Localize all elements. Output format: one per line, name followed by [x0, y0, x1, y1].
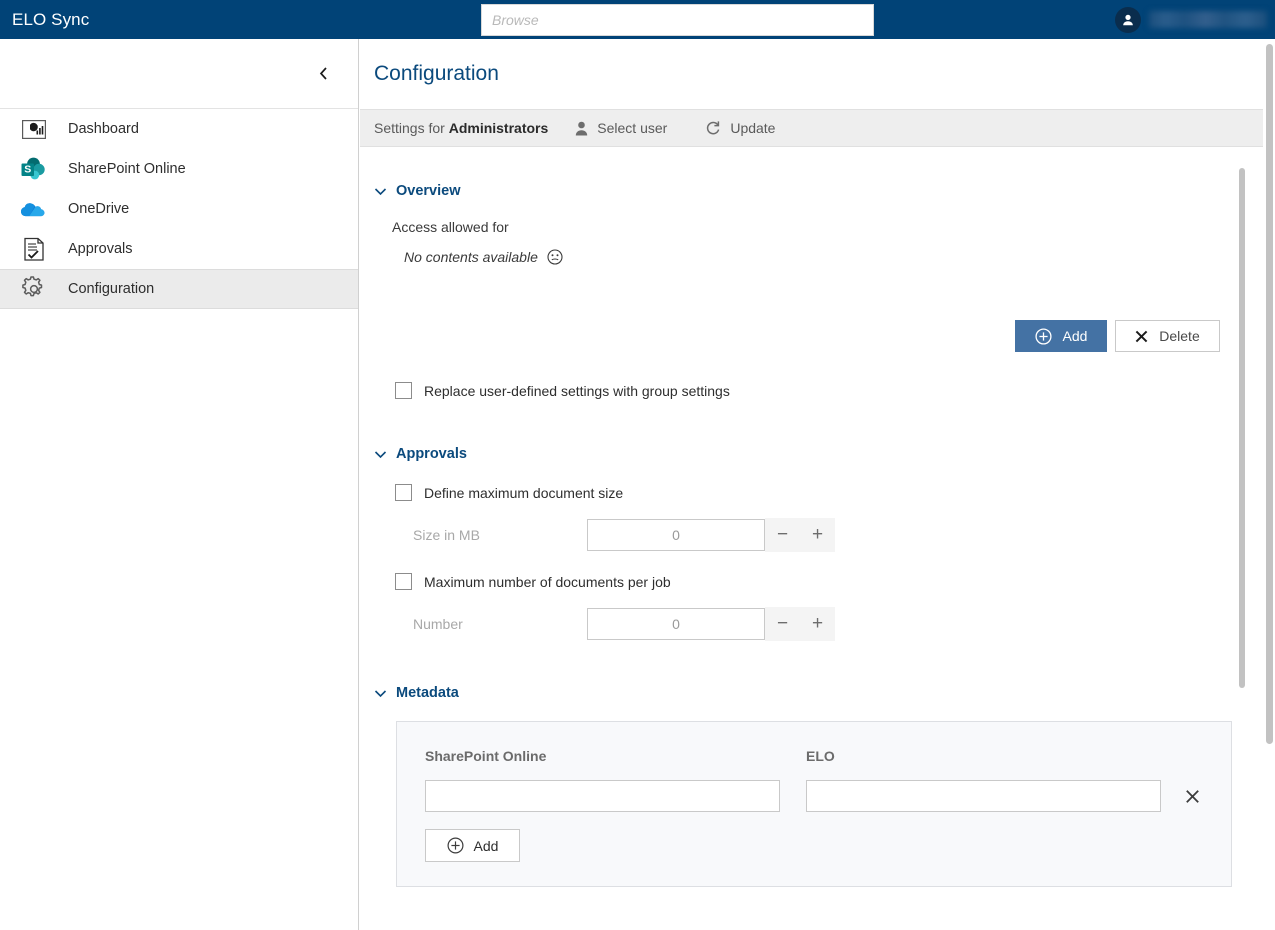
chevron-down-icon — [374, 689, 387, 698]
empty-state: No contents available — [374, 249, 1254, 265]
app-header: ELO Sync — [0, 0, 1275, 39]
number-input[interactable] — [587, 608, 765, 640]
plus-icon[interactable]: + — [800, 518, 835, 552]
overview-actions: Add Delete — [374, 320, 1220, 352]
settings-content: Overview Access allowed for No contents … — [360, 147, 1275, 930]
sidebar-item-label: Dashboard — [68, 121, 139, 137]
sub-toolbar: Settings for Administrators Select user … — [360, 109, 1275, 147]
plus-circle-icon — [447, 837, 464, 854]
select-user-button[interactable]: Select user — [575, 120, 667, 136]
sidebar-header — [0, 39, 358, 109]
sidebar-item-onedrive[interactable]: OneDrive — [0, 189, 358, 229]
settings-for-group: Administrators — [448, 120, 549, 136]
update-label: Update — [730, 120, 776, 136]
max-document-size-checkbox-row[interactable]: Define maximum document size — [374, 484, 1254, 501]
minus-icon[interactable]: − — [765, 607, 800, 641]
metadata-add-button[interactable]: Add — [425, 829, 520, 862]
select-user-label: Select user — [597, 120, 668, 136]
metadata-row — [425, 780, 1203, 812]
section-header-approvals[interactable]: Approvals — [374, 446, 1254, 462]
metadata-elo-input[interactable] — [806, 780, 1161, 812]
person-icon — [576, 121, 588, 135]
chevron-left-icon — [319, 67, 327, 80]
max-documents-checkbox-row[interactable]: Maximum number of documents per job — [374, 573, 1254, 590]
empty-state-text: No contents available — [404, 249, 538, 265]
search-input[interactable] — [482, 5, 873, 35]
access-allowed-label: Access allowed for — [392, 219, 509, 235]
metadata-add-label: Add — [473, 837, 499, 854]
close-x-icon — [1135, 330, 1148, 342]
avatar[interactable] — [1115, 6, 1141, 33]
content-scrollbar[interactable] — [1236, 150, 1247, 930]
sidebar-collapse-button[interactable] — [310, 61, 336, 87]
replace-settings-label: Replace user-defined settings with group… — [424, 382, 730, 399]
close-x-icon — [1186, 789, 1199, 803]
sidebar-item-dashboard[interactable]: Dashboard — [0, 109, 358, 149]
user-name — [1149, 11, 1267, 28]
page-scrollbar-thumb[interactable] — [1266, 44, 1273, 744]
user-icon — [1123, 14, 1133, 25]
document-check-icon — [18, 234, 50, 264]
plus-icon[interactable]: + — [800, 607, 835, 641]
metadata-sharepoint-input[interactable] — [425, 780, 780, 812]
main-panel: Configuration Settings for Administrator… — [360, 39, 1275, 930]
sidebar-item-configuration[interactable]: Configuration — [0, 269, 358, 309]
sharepoint-icon: S — [18, 154, 50, 184]
section-header-overview[interactable]: Overview — [374, 183, 1254, 199]
number-row: Number − + — [374, 607, 1254, 641]
chevron-down-icon — [374, 450, 387, 459]
content-scrollbar-thumb[interactable] — [1239, 168, 1245, 688]
replace-settings-checkbox-row[interactable]: Replace user-defined settings with group… — [374, 382, 1254, 399]
svg-text:S: S — [24, 164, 31, 176]
metadata-col-sharepoint: SharePoint Online — [425, 748, 547, 764]
section-header-metadata[interactable]: Metadata — [374, 685, 1254, 701]
section-title-overview: Overview — [396, 183, 461, 199]
size-in-mb-row: Size in MB − + — [374, 518, 1254, 552]
user-area[interactable] — [1115, 0, 1267, 39]
add-button[interactable]: Add — [1015, 320, 1107, 352]
refresh-icon — [707, 121, 720, 135]
sidebar-item-label: OneDrive — [68, 201, 130, 217]
delete-button[interactable]: Delete — [1115, 320, 1220, 352]
sidebar-item-label: SharePoint Online — [68, 161, 186, 177]
metadata-column-headers: SharePoint Online ELO — [425, 748, 1203, 764]
app-title: ELO Sync — [12, 9, 90, 29]
dashboard-chart-icon — [18, 114, 50, 144]
onedrive-cloud-icon — [18, 194, 50, 224]
size-in-mb-input[interactable] — [587, 519, 765, 551]
page-scrollbar[interactable] — [1263, 39, 1275, 930]
gear-icon — [18, 274, 50, 304]
metadata-panel: SharePoint Online ELO Add — [396, 721, 1232, 887]
max-document-size-label: Define maximum document size — [424, 484, 624, 501]
chevron-down-icon — [374, 187, 387, 196]
sidebar: Dashboard S SharePoint Online OneDrive A… — [0, 39, 359, 930]
sidebar-item-sharepoint-online[interactable]: S SharePoint Online — [0, 149, 358, 189]
delete-button-label: Delete — [1159, 328, 1200, 344]
settings-for-label: Settings for Administrators — [374, 120, 548, 136]
global-search[interactable] — [481, 4, 874, 36]
settings-for-prefix: Settings for — [374, 120, 449, 136]
minus-icon[interactable]: − — [765, 518, 800, 552]
number-stepper[interactable]: − + — [587, 607, 835, 641]
size-in-mb-label: Size in MB — [413, 527, 480, 543]
neutral-face-icon — [547, 249, 563, 265]
add-button-label: Add — [1062, 328, 1088, 344]
plus-circle-icon — [1034, 327, 1052, 345]
metadata-remove-row-button[interactable] — [1185, 789, 1200, 804]
replace-settings-checkbox[interactable] — [395, 382, 412, 399]
sidebar-item-label: Configuration — [68, 281, 155, 297]
number-label: Number — [413, 616, 463, 632]
page-title: Configuration — [374, 62, 499, 85]
update-button[interactable]: Update — [705, 120, 775, 136]
size-in-mb-stepper[interactable]: − + — [587, 518, 835, 552]
sidebar-item-label: Approvals — [68, 241, 133, 257]
metadata-col-elo: ELO — [806, 748, 835, 764]
max-documents-checkbox[interactable] — [395, 573, 412, 590]
max-documents-label: Maximum number of documents per job — [424, 573, 671, 590]
section-title-metadata: Metadata — [396, 685, 459, 701]
sidebar-item-approvals[interactable]: Approvals — [0, 229, 358, 269]
section-title-approvals: Approvals — [396, 446, 467, 462]
max-document-size-checkbox[interactable] — [395, 484, 412, 501]
